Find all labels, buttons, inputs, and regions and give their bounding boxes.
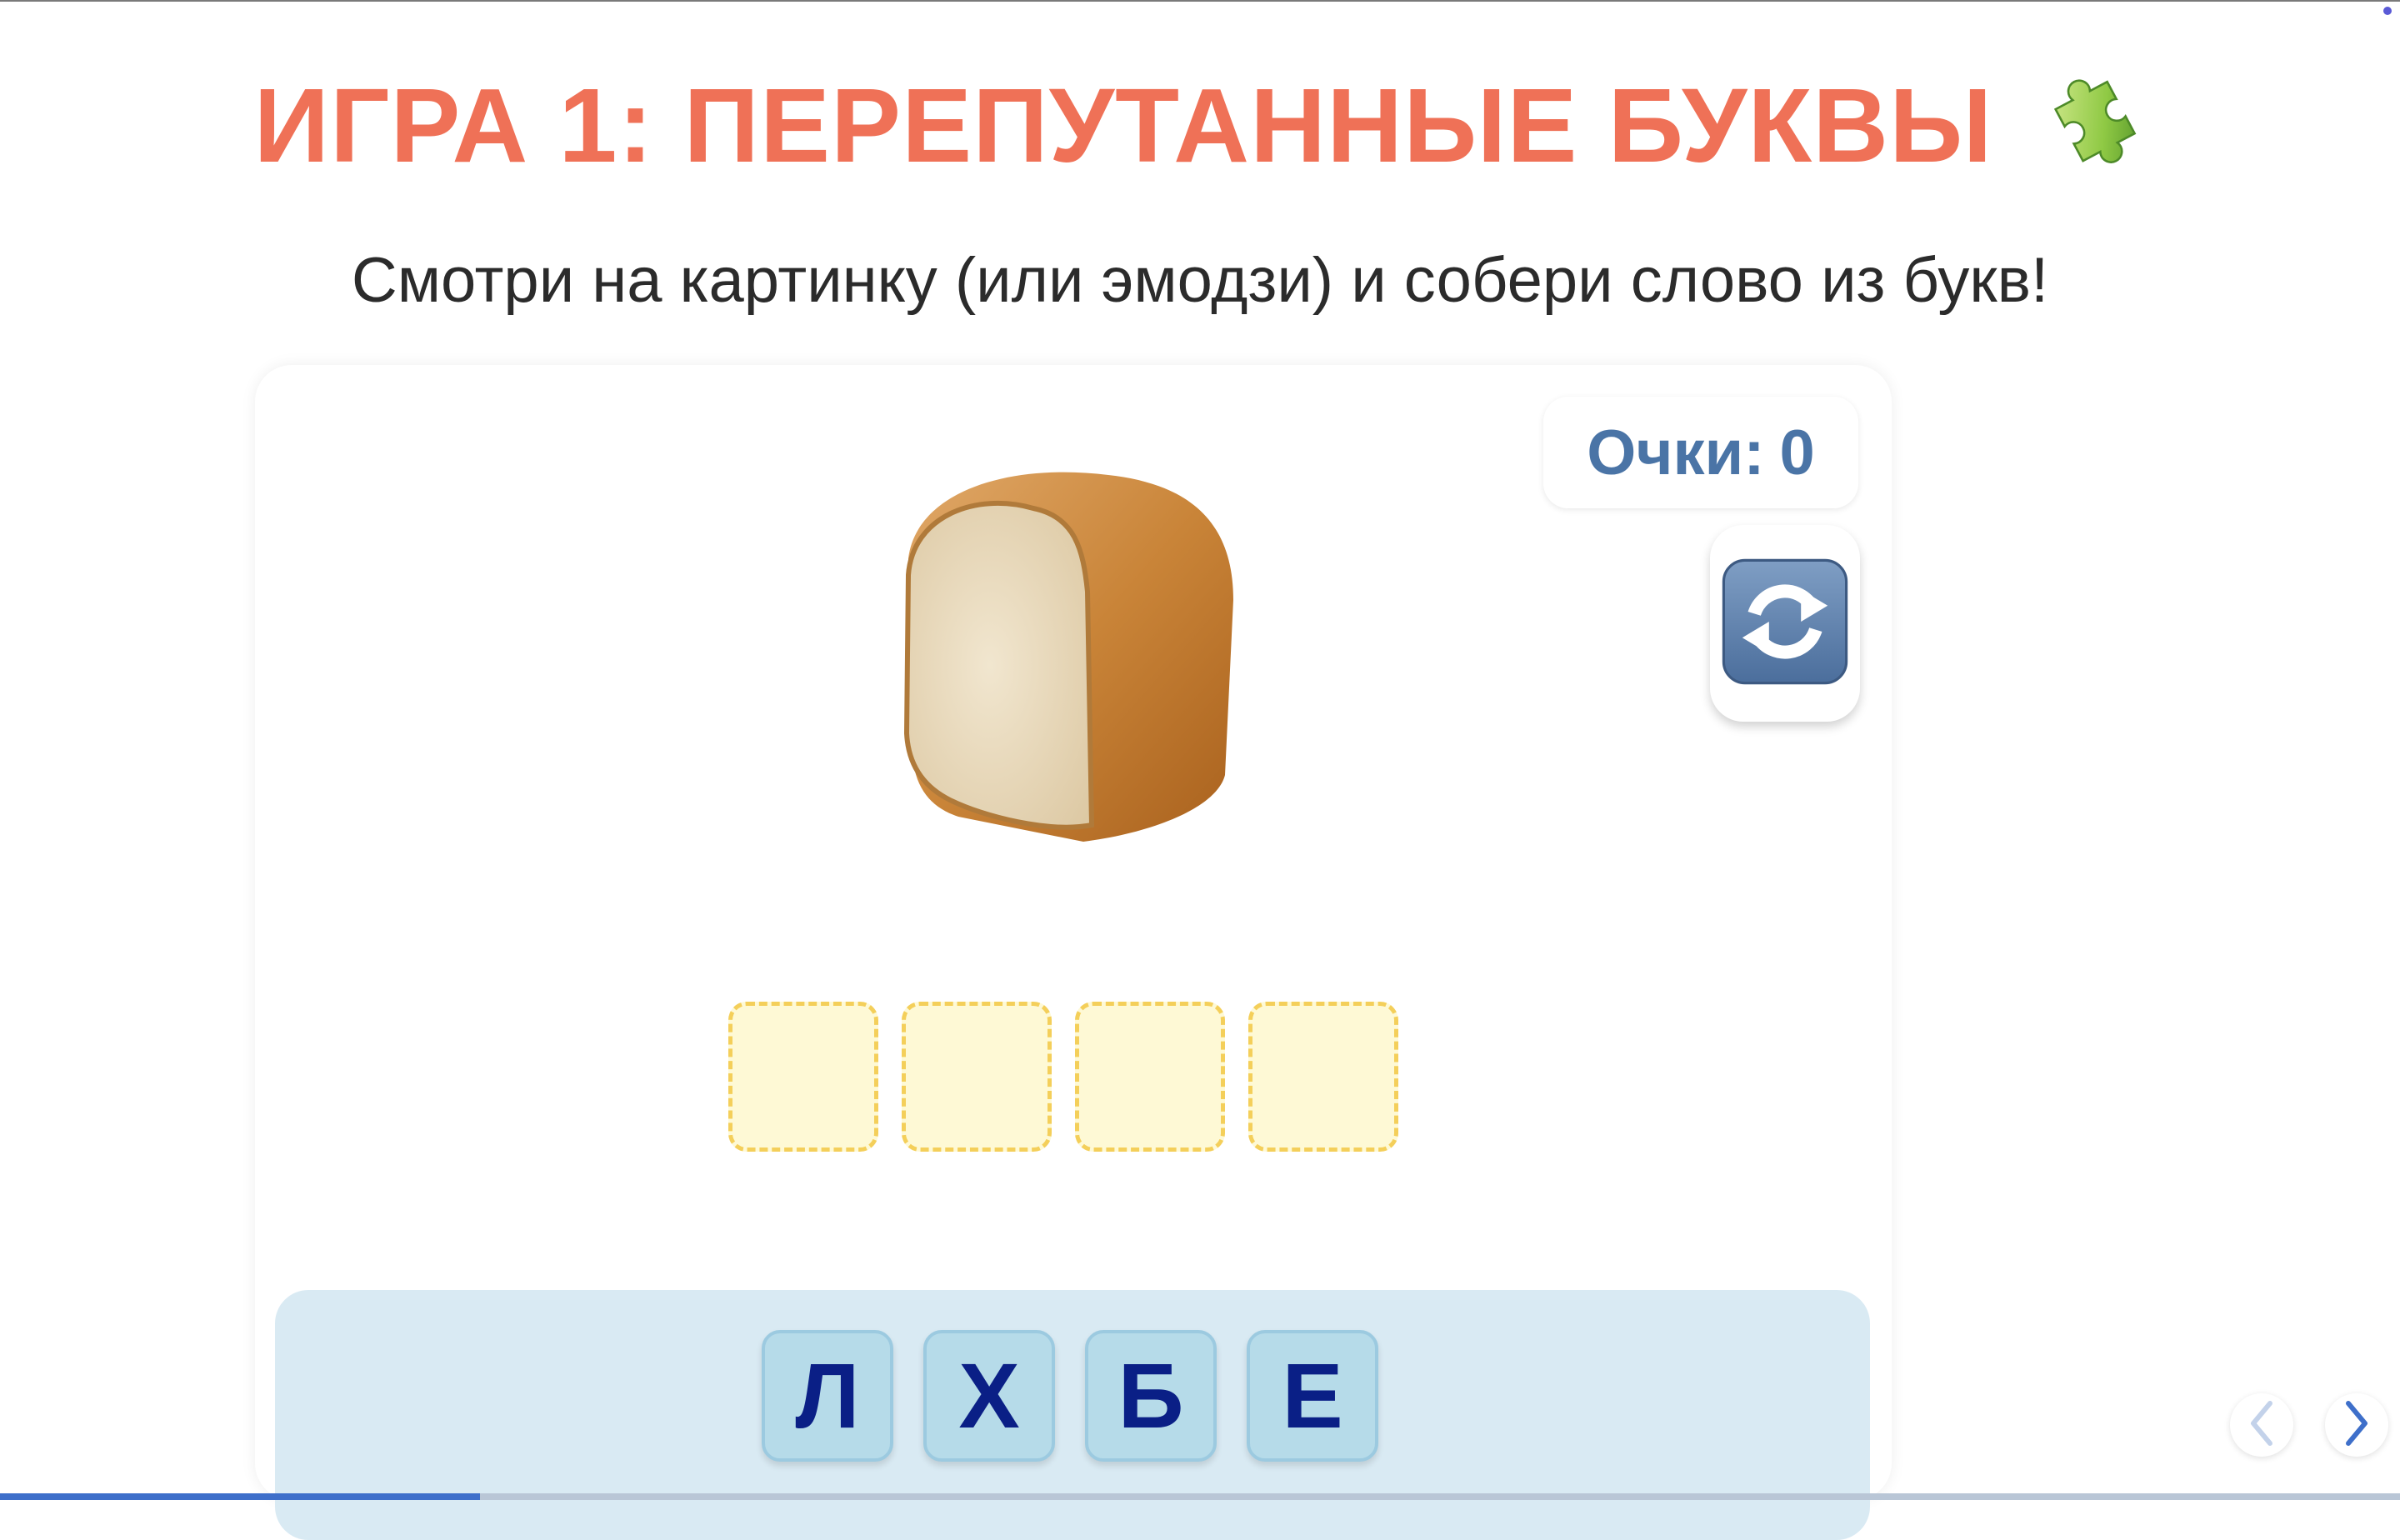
score-label: Очки: xyxy=(1587,417,1765,488)
next-slide-button[interactable] xyxy=(2325,1393,2388,1457)
score-display: Очки: 0 xyxy=(1543,397,1858,508)
reload-button[interactable] xyxy=(1710,525,1860,722)
game-title-text: ИГРА 1: ПЕРЕПУТАННЫЕ БУКВЫ xyxy=(253,67,1993,184)
bread-icon xyxy=(883,458,1250,850)
letter-tile[interactable]: Х xyxy=(923,1330,1055,1462)
corner-dot xyxy=(2383,7,2392,15)
slide-progress-bar xyxy=(0,1493,2400,1500)
answer-slots xyxy=(728,1002,1398,1152)
game-instructions: Смотри на картинку (или эмодзи) и собери… xyxy=(351,245,2049,316)
letter-tile[interactable]: Л xyxy=(762,1330,893,1462)
answer-slot[interactable] xyxy=(1248,1002,1398,1152)
score-value: 0 xyxy=(1779,417,1815,488)
chevron-right-icon xyxy=(2340,1398,2373,1452)
letter-tile[interactable]: Е xyxy=(1247,1330,1378,1462)
letter-tile[interactable]: Б xyxy=(1085,1330,1217,1462)
answer-slot[interactable] xyxy=(902,1002,1052,1152)
slide-progress-fill xyxy=(0,1493,480,1500)
game-title: ИГРА 1: ПЕРЕПУТАННЫЕ БУКВЫ xyxy=(0,63,2400,202)
answer-slot[interactable] xyxy=(728,1002,878,1152)
puzzle-piece-icon xyxy=(2038,60,2147,195)
reload-arrows-icon xyxy=(1718,555,1852,692)
letter-tiles: Л Х Б Е xyxy=(762,1330,1378,1462)
answer-slot[interactable] xyxy=(1075,1002,1225,1152)
top-border xyxy=(0,0,2400,2)
chevron-left-icon xyxy=(2245,1398,2278,1452)
prev-slide-button[interactable] xyxy=(2230,1393,2293,1457)
